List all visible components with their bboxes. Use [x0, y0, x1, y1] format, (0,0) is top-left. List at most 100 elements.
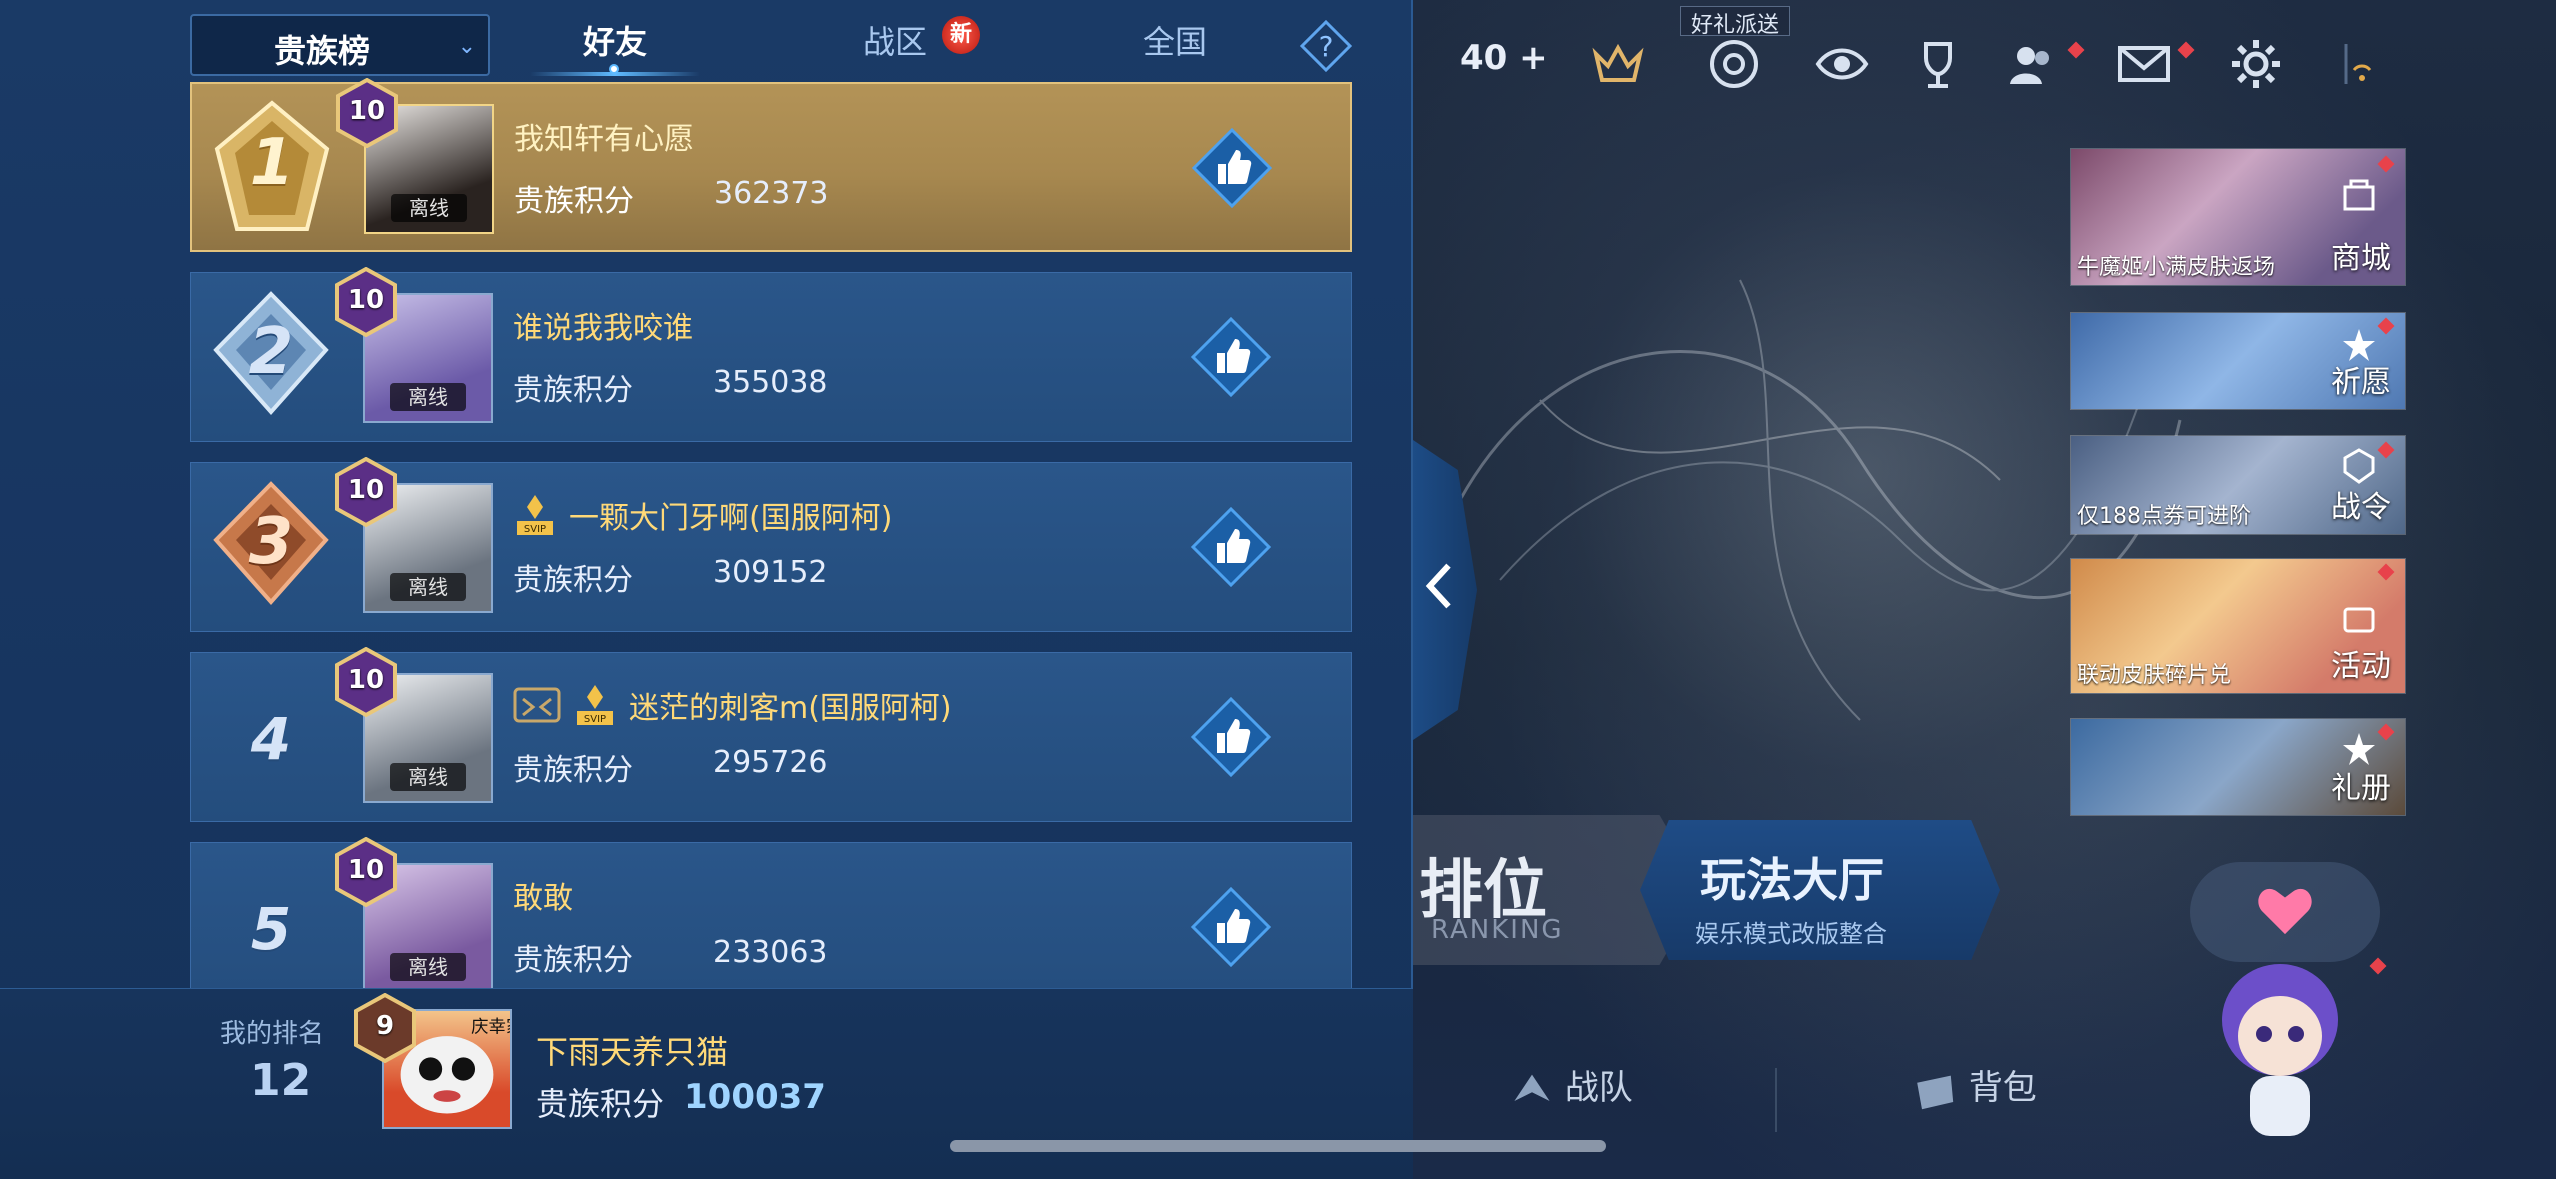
score-label: 贵族积分 — [513, 563, 633, 598]
ranked-subtitle: RANKING — [1431, 915, 1564, 945]
svip-text: SVIP — [524, 524, 546, 535]
score-label: 贵族积分 — [513, 943, 633, 978]
score-value: 355038 — [713, 365, 828, 400]
player-name: 我知轩有心愿 — [514, 122, 694, 157]
bag-label: 背包 — [1968, 1068, 2037, 1108]
eye-icon[interactable] — [1814, 36, 1870, 92]
my-rank-label: 我的排名 — [220, 1019, 325, 1049]
giftbook-label: 礼册 — [2331, 771, 2391, 806]
offline-badge: 离线 — [390, 383, 466, 411]
offline-badge: 离线 — [390, 573, 466, 601]
shop-label: 商城 — [2331, 241, 2391, 276]
score-value: 295726 — [713, 745, 828, 780]
ranking-tab-bar: 贵族榜 ⌄ 好友 战区 新 全国 ? — [0, 0, 1413, 78]
mask-badge-icon — [513, 687, 561, 723]
active-tab-dot — [609, 64, 619, 74]
my-player-name: 下雨天养只猫 — [536, 1033, 729, 1071]
gear-icon[interactable] — [2228, 36, 2284, 92]
dropdown-label: 贵族榜 — [273, 32, 370, 70]
player-name-group: SVIP 一颗大门牙啊(国服阿柯) — [513, 493, 892, 537]
tab-national-label: 全国 — [1142, 23, 1207, 61]
thumbs-up-icon[interactable] — [1191, 317, 1271, 397]
svip-text: SVIP — [584, 714, 606, 725]
tab-zone[interactable]: 战区 新 — [800, 14, 990, 76]
player-name: 迷茫的刺客m(国服阿柯) — [629, 691, 952, 726]
score-label: 贵族积分 — [513, 373, 633, 408]
ranking-row-3[interactable]: 3 离线 10 SVIP 一颗大门牙啊(国服阿柯) 贵族积分 309152 — [190, 457, 1352, 632]
heart-bubble[interactable] — [2190, 862, 2380, 962]
thumbs-up-icon[interactable] — [1192, 128, 1272, 208]
trophy-icon[interactable] — [1910, 36, 1966, 92]
svip-badge-icon: SVIP — [577, 685, 613, 725]
wish-card[interactable]: 祈愿 — [2070, 312, 2406, 410]
team-nav-button[interactable]: 战队 — [1510, 1060, 1633, 1140]
battlepass-label: 战令 — [2331, 490, 2391, 525]
lobby-subtitle: 娱乐模式改版整合 — [1695, 920, 1887, 948]
score-value: 233063 — [713, 935, 828, 970]
rank-number: 3 — [248, 505, 294, 579]
chevron-left-icon — [1425, 563, 1451, 609]
svip-badge-icon: SVIP — [517, 495, 553, 535]
event-card[interactable]: 联动皮肤碎片兑 活动 — [2070, 558, 2406, 694]
lobby-title: 玩法大厅 — [1700, 853, 1884, 907]
help-icon[interactable]: ? — [1300, 20, 1352, 72]
gift-tag: 好礼派送 — [1680, 6, 1791, 38]
player-name: 敢敢 — [513, 881, 573, 916]
ranking-row-4[interactable]: 4 离线 10 SVIP 迷茫的刺客m(国服阿柯) 贵族积分 295726 — [190, 647, 1352, 822]
friends-count-value: 40 — [1460, 38, 1508, 78]
noble-tier-badge — [335, 267, 397, 337]
tab-national[interactable]: 全国 — [1080, 14, 1270, 76]
thumbs-up-icon[interactable] — [1191, 887, 1271, 967]
tab-friends-label: 好友 — [582, 23, 647, 61]
noble-tier-badge — [336, 78, 398, 148]
heart-icon — [2258, 888, 2312, 935]
ranking-row-5[interactable]: 5 离线 10 敢敢 贵族积分 233063 — [190, 837, 1352, 1012]
bag-icon — [1917, 1075, 1954, 1109]
team-label: 战队 — [1564, 1068, 1633, 1108]
event-icon — [2343, 607, 2375, 633]
score-label: 贵族积分 — [513, 753, 633, 788]
friends-count[interactable]: 40 + — [1460, 38, 1548, 78]
mascot-character[interactable] — [2200, 950, 2360, 1150]
tab-zone-label: 战区 — [862, 23, 927, 61]
wish-label: 祈愿 — [2331, 365, 2391, 400]
friends-icon[interactable] — [2004, 36, 2060, 92]
battlepass-icon — [2343, 448, 2375, 484]
noble-tier-badge — [354, 993, 416, 1063]
offline-badge: 离线 — [391, 194, 467, 222]
thumbs-up-icon[interactable] — [1191, 507, 1271, 587]
ranking-type-dropdown[interactable]: 贵族榜 ⌄ — [190, 14, 490, 76]
crown-icon[interactable] — [1590, 36, 1646, 92]
svg-text:?: ? — [1319, 30, 1334, 63]
score-value: 309152 — [713, 555, 828, 590]
offline-badge: 离线 — [390, 763, 466, 791]
event-caption: 联动皮肤碎片兑 — [2077, 663, 2232, 688]
tab-friends[interactable]: 好友 — [510, 14, 720, 76]
giftbook-card[interactable]: 礼册 — [2070, 718, 2406, 816]
score-value: 362373 — [714, 176, 829, 211]
noble-tier-badge — [335, 457, 397, 527]
home-indicator — [950, 1140, 1606, 1152]
my-rank-number: 12 — [250, 1055, 312, 1106]
my-score-value: 100037 — [684, 1077, 826, 1117]
new-badge: 新 — [942, 16, 980, 54]
rank-number: 4 — [250, 705, 292, 773]
shop-icon — [2343, 179, 2375, 211]
battlepass-card[interactable]: 仅188点券可进阶 战令 — [2070, 435, 2406, 535]
gift-ring-icon[interactable] — [1706, 36, 1762, 92]
bag-nav-button[interactable]: 背包 — [1910, 1060, 2037, 1140]
player-name: 一颗大门牙啊(国服阿柯) — [569, 501, 893, 536]
ranking-row-1[interactable]: 1 离线 10 我知轩有心愿 贵族积分 362373 — [190, 78, 1352, 252]
mail-icon[interactable] — [2116, 36, 2172, 92]
shop-card[interactable]: 牛魔姬小满皮肤返场 商城 — [2070, 148, 2406, 286]
player-name: 谁说我我咬谁 — [513, 311, 693, 346]
avatar-text: 庆幸家 — [471, 1017, 510, 1037]
chevron-down-icon: ⌄ — [457, 34, 476, 59]
ranking-row-2[interactable]: 2 离线 10 谁说我我咬谁 贵族积分 355038 — [190, 267, 1352, 442]
thumbs-up-icon[interactable] — [1191, 697, 1271, 777]
score-label: 贵族积分 — [514, 184, 634, 219]
player-name-group: SVIP 迷茫的刺客m(国服阿柯) — [513, 683, 952, 727]
game-lobby-button[interactable]: 玩法大厅 娱乐模式改版整合 — [1640, 820, 2000, 960]
rank-number: 1 — [249, 126, 295, 200]
noble-tier-badge — [335, 647, 397, 717]
